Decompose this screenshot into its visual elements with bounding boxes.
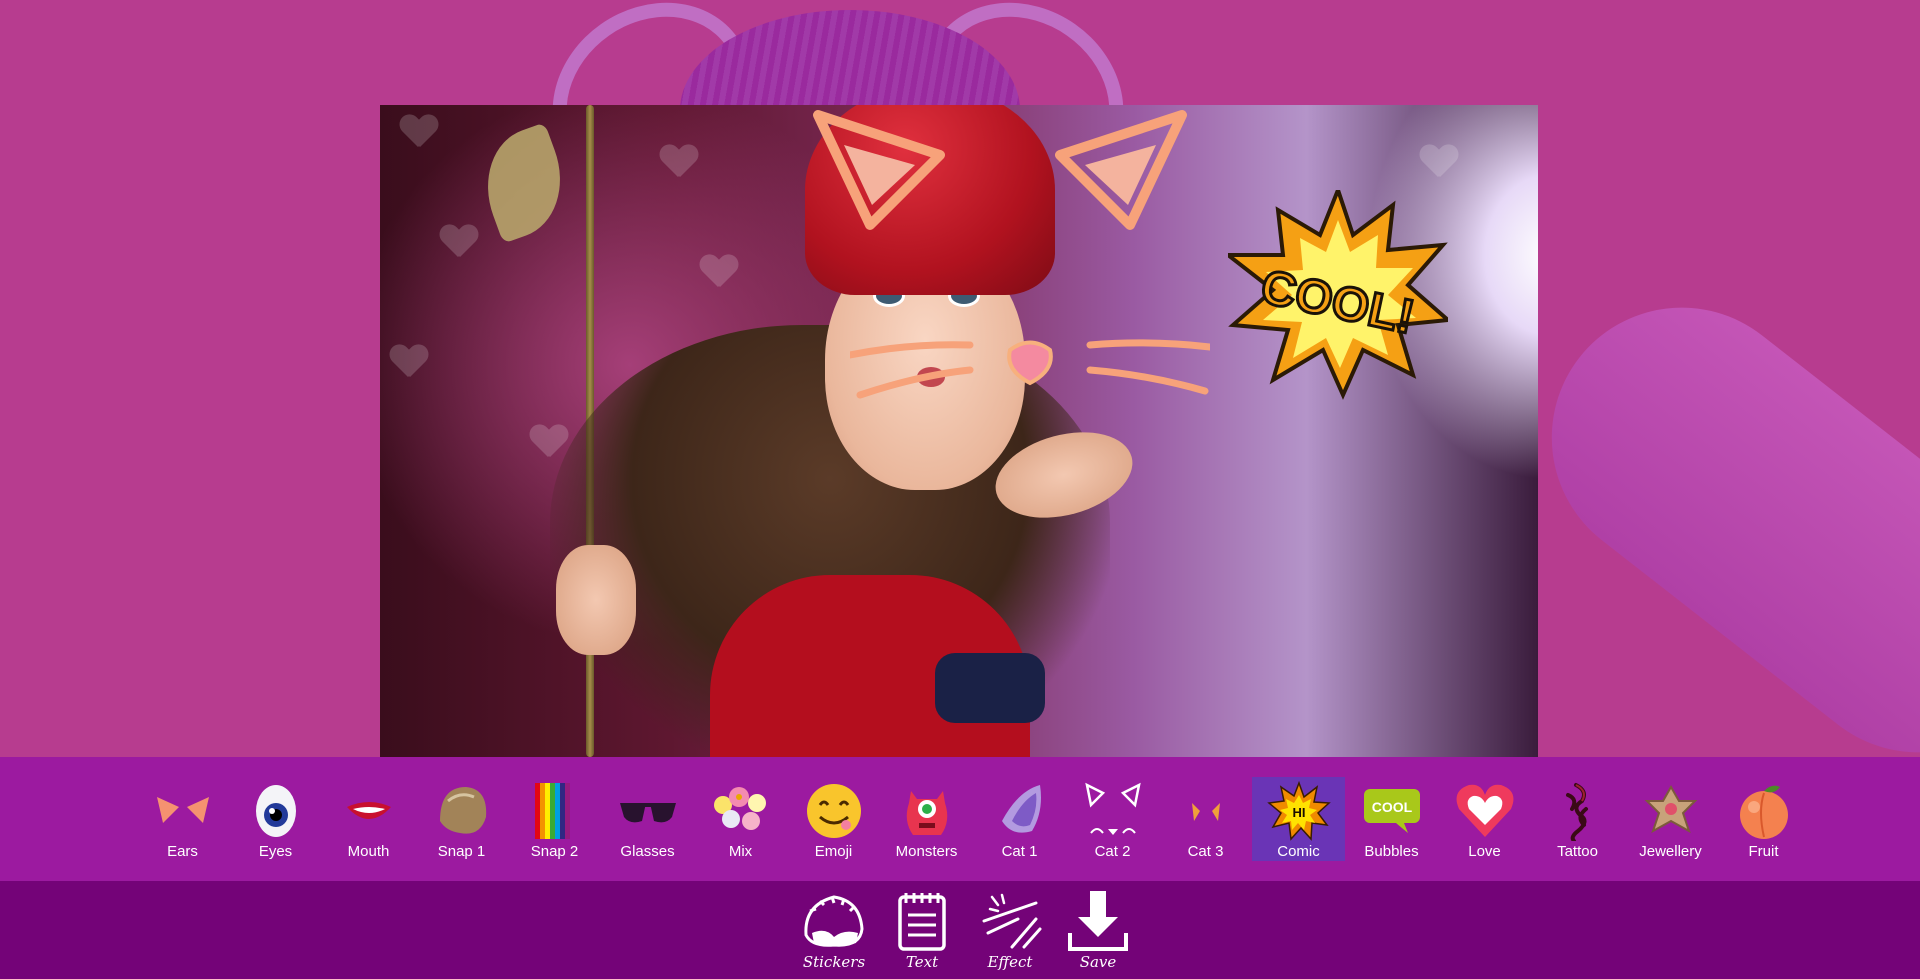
sticker-category-emoji[interactable]: Emoji <box>787 777 880 861</box>
small-cat-ears-icon <box>1191 803 1220 821</box>
tool-list: Stickers Text Effect Save <box>790 889 1142 971</box>
sticker-label: Emoji <box>814 843 853 860</box>
sticker-label: Mix <box>728 843 753 860</box>
sticker-category-snap-1[interactable]: Snap 1 <box>415 777 508 861</box>
tool-label: Effect <box>987 953 1033 971</box>
comic-burst-icon: HI <box>1266 781 1331 841</box>
cat-ears-sticker[interactable] <box>810 105 1190 235</box>
sticker-category-love[interactable]: Love <box>1438 777 1531 861</box>
bottom-toolbar: Stickers Text Effect Save <box>0 881 1920 979</box>
monster-icon <box>906 791 947 835</box>
sticker-label: Eyes <box>258 843 293 860</box>
glasses-icon <box>619 803 676 823</box>
sticker-label: Monsters <box>895 843 958 860</box>
sticker-label: Love <box>1468 843 1501 860</box>
sticker-label: Ears <box>167 843 198 860</box>
sticker-category-snap-2[interactable]: Snap 2 <box>508 777 601 861</box>
tool-label: Text <box>905 953 939 971</box>
sticker-category-cat-2[interactable]: Cat 2 <box>1066 777 1159 861</box>
eye-icon <box>255 785 296 837</box>
text-tool-button[interactable]: Text <box>878 889 966 971</box>
sticker-category-comic[interactable]: HI Comic <box>1252 777 1345 861</box>
tool-label: Save <box>1079 953 1117 971</box>
leaf <box>469 122 579 244</box>
cat-face-icon <box>1084 782 1141 835</box>
sticker-label: Glasses <box>620 843 675 860</box>
sticker-category-ears[interactable]: Ears <box>136 777 229 861</box>
save-tool-button[interactable]: Save <box>1054 889 1142 971</box>
sticker-category-mouth[interactable]: Mouth <box>322 777 415 861</box>
flower-crown-icon <box>713 787 766 830</box>
photo-canvas[interactable]: COOL! <box>380 105 1538 757</box>
sticker-category-jewellery[interactable]: Jewellery <box>1624 777 1717 861</box>
heart-icon <box>1456 784 1513 837</box>
magic-wand-icon <box>982 893 1042 949</box>
peach-icon <box>1739 785 1788 839</box>
girl-hand-left <box>556 545 636 655</box>
svg-text:COOL: COOL <box>1371 799 1412 815</box>
sticker-category-glasses[interactable]: Glasses <box>601 777 694 861</box>
dress-bow <box>935 653 1045 723</box>
sticker-category-mix[interactable]: Mix <box>694 777 787 861</box>
sticker-label: Cat 1 <box>1001 843 1038 860</box>
sticker-label: Tattoo <box>1557 843 1598 860</box>
sticker-category-bar: Ears Eyes Mouth Snap 1 Snap 2 Glasses Mi… <box>0 757 1920 881</box>
notepad-icon <box>898 893 946 951</box>
speech-bubble-icon: COOL <box>1363 789 1420 833</box>
jewel-icon <box>1644 784 1697 834</box>
download-icon <box>1068 891 1128 951</box>
sticker-category-tattoo[interactable]: Tattoo <box>1531 777 1624 861</box>
ears-icon <box>156 797 209 823</box>
sticker-category-cat-1[interactable]: Cat 1 <box>973 777 1066 861</box>
stickers-tool-button[interactable]: Stickers <box>790 889 878 971</box>
sticker-category-monsters[interactable]: Monsters <box>880 777 973 861</box>
sticker-label: Mouth <box>347 843 390 860</box>
whiskers-sticker[interactable] <box>850 295 1210 405</box>
sticker-label: Bubbles <box>1364 843 1419 860</box>
cool-comic-sticker[interactable]: COOL! <box>1228 190 1448 400</box>
svg-text:HI: HI <box>1292 805 1305 820</box>
sticker-category-fruit[interactable]: Fruit <box>1717 777 1810 861</box>
mouth-icon <box>346 802 391 819</box>
sticker-category-cat-3[interactable]: Cat 3 <box>1159 777 1252 861</box>
sticker-label: Snap 2 <box>530 843 579 860</box>
sticker-label: Jewellery <box>1639 843 1702 860</box>
sticker-label: Fruit <box>1748 843 1779 860</box>
tool-label: Stickers <box>802 953 866 971</box>
dragon-tattoo-icon <box>1565 783 1588 841</box>
smiley-icon <box>806 784 861 838</box>
background-arm <box>1499 255 1920 805</box>
sticker-label: Cat 3 <box>1187 843 1224 860</box>
hair-icon <box>439 787 486 834</box>
cat-ear-icon <box>1001 785 1041 833</box>
sticker-category-bubbles[interactable]: COOL Bubbles <box>1345 777 1438 861</box>
sticker-label: Comic <box>1277 843 1320 860</box>
sticker-list: Ears Eyes Mouth Snap 1 Snap 2 Glasses Mi… <box>136 777 1810 869</box>
sticker-label: Snap 1 <box>437 843 486 860</box>
sticker-category-eyes[interactable]: Eyes <box>229 777 322 861</box>
sticker-label: Cat 2 <box>1094 843 1131 860</box>
stickers-icon <box>804 895 864 947</box>
rainbow-icon <box>534 783 570 839</box>
effect-tool-button[interactable]: Effect <box>966 889 1054 971</box>
